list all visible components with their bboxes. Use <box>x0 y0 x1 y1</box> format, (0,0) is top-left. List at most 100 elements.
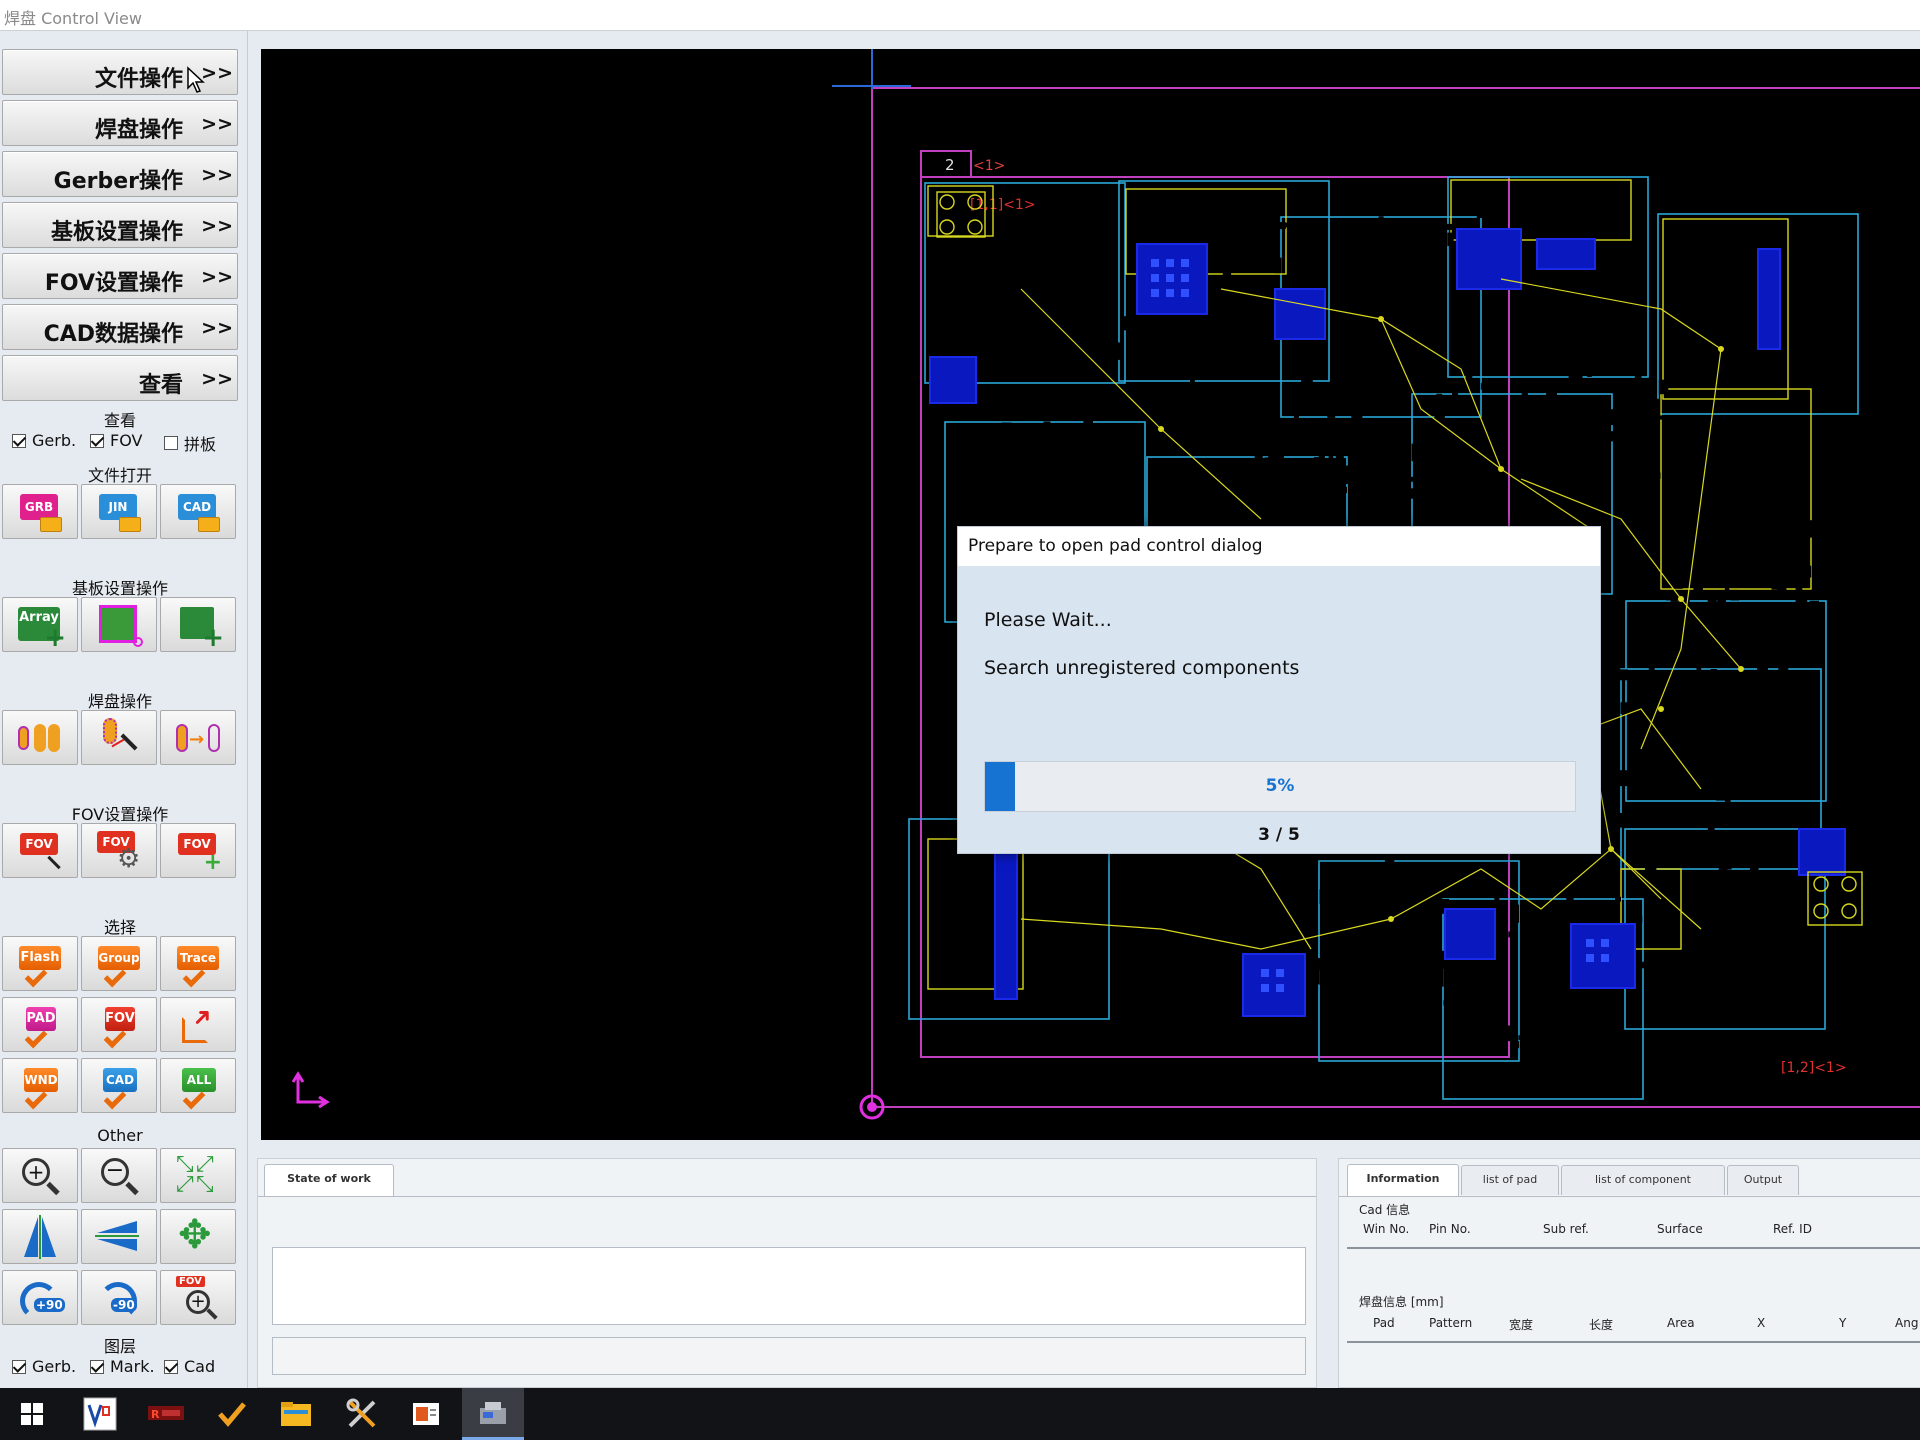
view-fov-checkbox[interactable]: FOV <box>90 431 142 450</box>
pad <box>1764 673 1771 691</box>
pad <box>1313 457 1321 475</box>
select-fov-button[interactable]: FOV <box>81 997 157 1052</box>
fit-view-button[interactable]: ⤡ ⤢ ⤢ ⤡ <box>160 1148 236 1203</box>
chevron-right-icon: >> <box>201 215 233 237</box>
pad <box>1251 393 1258 406</box>
pad <box>1777 585 1787 599</box>
checkbox-box[interactable] <box>90 433 104 448</box>
checkbox-box[interactable] <box>164 436 178 450</box>
pad <box>1301 916 1307 923</box>
select-cad-button[interactable]: CAD <box>81 1058 157 1113</box>
tab-information[interactable]: Information <box>1347 1164 1459 1196</box>
pad-convert-icon: → <box>176 718 220 758</box>
windows-start-button[interactable] <box>6 1388 58 1440</box>
checkbox-box[interactable] <box>12 433 26 448</box>
open-gerber-icon: GRB <box>18 492 62 532</box>
menu-gerber-operations-button[interactable]: Gerber操作 >> <box>2 151 238 197</box>
pad <box>1559 910 1569 924</box>
pad <box>1711 730 1721 745</box>
taskbar-file-explorer[interactable] <box>270 1388 322 1440</box>
pad <box>1128 423 1134 440</box>
checkbox-box[interactable] <box>12 1359 26 1374</box>
pad <box>1734 572 1747 579</box>
zoom-in-button[interactable]: + <box>2 1148 78 1203</box>
checkbox-box[interactable] <box>164 1359 178 1374</box>
taskbar-vb-app[interactable] <box>74 1388 126 1440</box>
pad <box>1021 501 1026 522</box>
pad <box>1654 803 1664 809</box>
pad <box>1576 318 1587 333</box>
state-message-field[interactable] <box>272 1337 1306 1375</box>
pad <box>980 481 987 495</box>
title-bar: 焊盘 Control View <box>0 0 1920 31</box>
layer-gerber-checkbox[interactable]: Gerb. <box>12 1357 76 1376</box>
tab-state-of-work[interactable]: State of work <box>264 1164 394 1196</box>
layer-cad-checkbox[interactable]: Cad <box>164 1357 215 1376</box>
pad <box>1378 216 1384 233</box>
pad <box>1400 502 1406 509</box>
pad <box>1649 414 1655 430</box>
layer-mark-checkbox[interactable]: Mark. <box>90 1357 155 1376</box>
pad <box>1812 559 1824 567</box>
board-add-button[interactable]: + <box>160 597 236 652</box>
view-panel-checkbox[interactable]: 拼板 <box>164 431 216 455</box>
open-gerber-button[interactable]: GRB <box>2 484 78 539</box>
pad <box>1787 552 1796 572</box>
rotate-plus-90-button[interactable]: +90 <box>2 1270 78 1325</box>
pad <box>1396 975 1402 982</box>
board-tag-label: <1> <box>973 158 1005 174</box>
pad-convert-button[interactable]: → <box>160 710 236 765</box>
pad <box>1707 543 1718 549</box>
tab-list-of-component[interactable]: list of component <box>1561 1165 1725 1195</box>
arrow-right-icon: → <box>189 728 205 750</box>
pad <box>1411 919 1417 934</box>
view-gerber-checkbox[interactable]: Gerb. <box>12 431 76 450</box>
open-cad-button[interactable]: CAD <box>160 484 236 539</box>
zoom-out-button[interactable]: − <box>81 1148 157 1203</box>
select-group-button[interactable]: Group <box>81 936 157 991</box>
move-button[interactable]: ✥ <box>160 1209 236 1264</box>
select-window-button[interactable]: WND <box>2 1058 78 1113</box>
pad <box>1264 457 1271 463</box>
fov-select-button[interactable]: FOV <box>2 823 78 878</box>
fov-settings-button[interactable]: FOV ⚙ <box>81 823 157 878</box>
pad-col-area: Area <box>1667 1316 1695 1330</box>
open-jin-button[interactable]: JIN <box>81 484 157 539</box>
tab-output[interactable]: Output <box>1727 1165 1799 1195</box>
taskbar-check-app[interactable] <box>206 1388 258 1440</box>
folder-icon <box>40 516 62 532</box>
select-all-button[interactable]: ALL <box>160 1058 236 1113</box>
board-origin-button[interactable] <box>81 597 157 652</box>
select-pad-button[interactable]: PAD <box>2 997 78 1052</box>
menu-pad-operations-button[interactable]: 焊盘操作 >> <box>2 100 238 146</box>
menu-label: 查看 <box>138 373 183 398</box>
fov-add-button[interactable]: FOV + <box>160 823 236 878</box>
mirror-x-button[interactable] <box>81 1209 157 1264</box>
pad-group-button[interactable] <box>2 710 78 765</box>
tab-list-of-pad[interactable]: list of pad <box>1461 1165 1559 1195</box>
menu-view-button[interactable]: 查看 >> <box>2 355 238 401</box>
export-selection-button[interactable]: ➜ <box>160 997 236 1052</box>
fov-zoom-button[interactable]: FOV + <box>160 1270 236 1325</box>
menu-board-settings-button[interactable]: 基板设置操作 >> <box>2 202 238 248</box>
pad <box>1721 810 1727 825</box>
pad <box>1443 1000 1452 1006</box>
state-log-box[interactable] <box>272 1247 1306 1325</box>
taskbar-office-app[interactable] <box>400 1388 452 1440</box>
taskbar-machine-app[interactable] <box>462 1388 524 1440</box>
menu-cad-data-button[interactable]: CAD数据操作 >> <box>2 304 238 350</box>
pad <box>1329 479 1339 500</box>
pad <box>1184 423 1194 429</box>
mirror-y-button[interactable] <box>2 1209 78 1264</box>
array-add-button[interactable]: Array + <box>2 597 78 652</box>
select-flash-button[interactable]: Flash <box>2 936 78 991</box>
menu-label: 焊盘操作 <box>94 118 183 143</box>
pad-select-button[interactable] <box>81 710 157 765</box>
taskbar-red-app[interactable]: R <box>140 1388 192 1440</box>
rotate-minus-90-button[interactable]: -90 <box>81 1270 157 1325</box>
taskbar-tools-app[interactable] <box>336 1388 388 1440</box>
menu-fov-settings-button[interactable]: FOV设置操作 >> <box>2 253 238 299</box>
checkbox-box[interactable] <box>90 1359 104 1374</box>
pad <box>1405 367 1418 386</box>
select-trace-button[interactable]: Trace <box>160 936 236 991</box>
